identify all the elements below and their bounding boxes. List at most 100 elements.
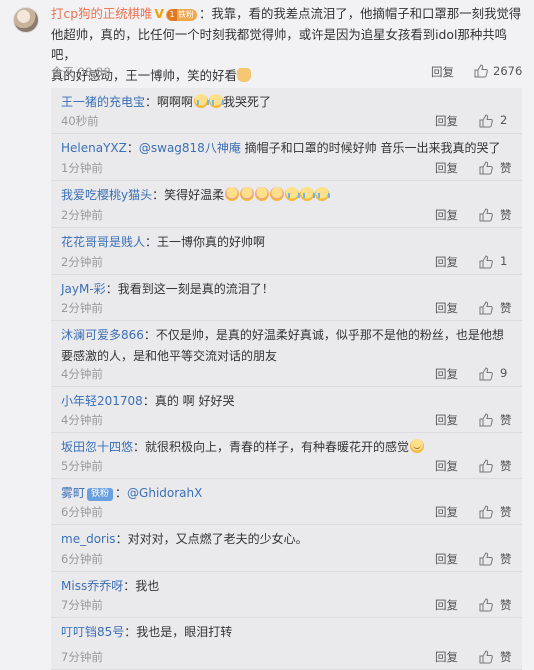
reply-button[interactable]: 回复 bbox=[435, 551, 458, 567]
reply-content: ： bbox=[126, 141, 139, 155]
main-username[interactable]: 打cp狗的正统棋唯 bbox=[51, 6, 152, 21]
like-count: 赞 bbox=[500, 301, 512, 315]
reply-time: 4分钟前 bbox=[61, 367, 103, 381]
reply-username[interactable]: 叮叮铛85号 bbox=[61, 625, 124, 639]
reply-username[interactable]: Miss乔乔呀 bbox=[61, 579, 123, 593]
reply-content: ：我也是，眼泪打转 bbox=[124, 625, 233, 639]
reply-button[interactable]: 回复 bbox=[435, 113, 458, 129]
main-comment-meta: 今天 08:38 回复 2676 bbox=[51, 63, 523, 81]
thumbs-up-icon[interactable] bbox=[479, 161, 493, 175]
mention-link[interactable]: @swag818八神庵 bbox=[139, 141, 241, 155]
reply-text: 雾町 铁粉 ：@GhidorahX bbox=[61, 483, 516, 504]
reply-username[interactable]: 沐澜可爱多866 bbox=[61, 328, 144, 342]
reply-text: 我爱吃樱桃y猫头：笑得好温柔 bbox=[61, 185, 516, 206]
blush-emoji-icon bbox=[269, 187, 284, 201]
reply-time: 4分钟前 bbox=[61, 413, 103, 427]
reply-button[interactable]: 回复 bbox=[435, 207, 458, 223]
like-count: 赞 bbox=[500, 459, 512, 473]
reply-row: JayM-彩：我看到这一刻是真的流泪了！ 2分钟前 回复 赞 bbox=[51, 275, 522, 321]
main-text-line2: 他超帅，真的，比任何一个时刻我都觉得帅，或许是因为追星女孩看到idol那种共鸣吧… bbox=[51, 26, 508, 63]
reply-username[interactable]: HelenaYXZ bbox=[61, 141, 127, 155]
reply-button[interactable]: 回复 bbox=[435, 254, 458, 270]
main-reply-button[interactable]: 回复 bbox=[431, 64, 454, 80]
reply-content: ：啊啊啊 bbox=[145, 95, 194, 109]
cry-emoji-icon bbox=[314, 187, 330, 201]
like-count: 赞 bbox=[500, 505, 512, 519]
like-count: 赞 bbox=[500, 413, 512, 427]
reply-row: HelenaYXZ：@swag818八神庵 摘帽子和口罩的时候好帅 音乐一出来我… bbox=[51, 134, 522, 181]
avatar[interactable] bbox=[13, 7, 39, 33]
main-like-count: 2676 bbox=[493, 64, 523, 78]
cry-emoji-icon bbox=[193, 94, 209, 108]
reply-content: ：王一博你真的好帅啊 bbox=[145, 235, 266, 249]
reply-content: ：我也 bbox=[123, 579, 160, 593]
thumbs-up-icon[interactable] bbox=[479, 301, 493, 315]
reply-content: ：我看到这一刻是真的流泪了！ bbox=[105, 282, 274, 296]
smile-emoji-icon bbox=[409, 439, 424, 453]
reply-button[interactable]: 回复 bbox=[435, 300, 458, 316]
cry-emoji-icon bbox=[208, 94, 224, 108]
reply-button[interactable]: 回复 bbox=[435, 366, 458, 382]
mention-link[interactable]: @GhidorahX bbox=[127, 486, 202, 500]
vip-badge-icon: V bbox=[154, 6, 165, 21]
reply-content: ：就很积极向上，青春的样子，有种春暖花开的感觉 bbox=[133, 440, 410, 454]
thumbs-up-icon[interactable] bbox=[479, 367, 493, 381]
thumbs-up-icon[interactable] bbox=[474, 64, 488, 78]
reply-time: 1分钟前 bbox=[61, 161, 103, 175]
reply-time: 7分钟前 bbox=[61, 598, 103, 612]
main-time: 今天 08:38 bbox=[51, 65, 111, 79]
reply-button[interactable]: 回复 bbox=[435, 458, 458, 474]
reply-time: 2分钟前 bbox=[61, 208, 103, 222]
thumbs-up-icon[interactable] bbox=[479, 598, 493, 612]
blush-emoji-icon bbox=[254, 187, 269, 201]
blush-emoji-icon bbox=[224, 187, 239, 201]
reply-time: 40秒前 bbox=[61, 114, 99, 128]
reply-row: Miss乔乔呀：我也 7分钟前 回复赞 bbox=[51, 572, 522, 618]
reply-content: ：不仅是帅，是真的好温柔好真诚，似乎那不是他的粉丝，也是他想 bbox=[143, 328, 504, 342]
reply-row: 沐澜可爱多866：不仅是帅，是真的好温柔好真诚，似乎那不是他的粉丝，也是他想要感… bbox=[51, 321, 522, 387]
thumbs-up-icon[interactable] bbox=[479, 255, 493, 269]
reply-content-tail: 我哭死了 bbox=[223, 95, 272, 109]
thumbs-up-icon[interactable] bbox=[479, 114, 493, 128]
reply-username[interactable]: 小年轻201708 bbox=[61, 394, 143, 408]
reply-button[interactable]: 回复 bbox=[435, 504, 458, 520]
thumbs-up-icon[interactable] bbox=[479, 552, 493, 566]
like-count: 赞 bbox=[500, 650, 512, 664]
reply-username[interactable]: 我爱吃樱桃y猫头 bbox=[61, 188, 152, 202]
cry-emoji-icon bbox=[299, 187, 315, 201]
reply-row: 雾町 铁粉 ：@GhidorahX 6分钟前 回复 赞 bbox=[51, 479, 522, 525]
like-count: 2 bbox=[500, 113, 508, 127]
reply-text: 叮叮铛85号：我也是，眼泪打转 bbox=[61, 622, 516, 643]
cry-emoji-icon bbox=[284, 187, 300, 201]
reply-username[interactable]: 王一猪的充电宝 bbox=[61, 95, 145, 109]
reply-username[interactable]: 雾町 bbox=[61, 486, 85, 500]
thumbs-up-icon[interactable] bbox=[479, 413, 493, 427]
thumbs-up-icon[interactable] bbox=[479, 208, 493, 222]
reply-text: me_doris：对对对，又点燃了老夫的少女心。 bbox=[61, 529, 516, 550]
reply-text: HelenaYXZ：@swag818八神庵 摘帽子和口罩的时候好帅 音乐一出来我… bbox=[61, 138, 516, 159]
thumbs-up-icon[interactable] bbox=[479, 459, 493, 473]
reply-text: 坂田忽十四悠：就很积极向上，青春的样子，有种春暖花开的感觉 bbox=[61, 437, 516, 458]
reply-row: 王一猪的充电宝：啊啊啊 我哭死了 40秒前 回复 2 bbox=[51, 88, 522, 134]
blush-emoji-icon bbox=[239, 187, 254, 201]
like-count: 1 bbox=[500, 254, 508, 268]
main-comment: 打cp狗的正统棋唯V铁粉：我靠，看的我差点流泪了，他摘帽子和口罩那一刻我觉得 他… bbox=[0, 0, 534, 88]
reply-text: Miss乔乔呀：我也 bbox=[61, 576, 516, 597]
thumbs-up-icon[interactable] bbox=[479, 650, 493, 664]
reply-time: 6分钟前 bbox=[61, 505, 103, 519]
reply-button[interactable]: 回复 bbox=[435, 597, 458, 613]
thumbs-up-icon[interactable] bbox=[479, 505, 493, 519]
reply-username[interactable]: JayM-彩 bbox=[61, 282, 106, 296]
reply-content-line2: 要感激的人，是和他平等交流对话的朋友 bbox=[61, 348, 278, 363]
reply-button[interactable]: 回复 bbox=[435, 412, 458, 428]
fan-badge: 铁粉 bbox=[166, 9, 198, 21]
reply-username[interactable]: me_doris bbox=[61, 532, 116, 546]
reply-button[interactable]: 回复 bbox=[435, 160, 458, 176]
reply-text: 花花哥哥是贱人：王一博你真的好帅啊 bbox=[61, 232, 516, 253]
like-count: 赞 bbox=[500, 161, 512, 175]
reply-time: 6分钟前 bbox=[61, 552, 103, 566]
reply-button[interactable]: 回复 bbox=[435, 649, 458, 665]
reply-list: 王一猪的充电宝：啊啊啊 我哭死了 40秒前 回复 2 HelenaYXZ：@swag818… bbox=[51, 88, 522, 670]
reply-username[interactable]: 坂田忽十四悠 bbox=[61, 440, 133, 454]
reply-username[interactable]: 花花哥哥是贱人 bbox=[61, 235, 145, 249]
